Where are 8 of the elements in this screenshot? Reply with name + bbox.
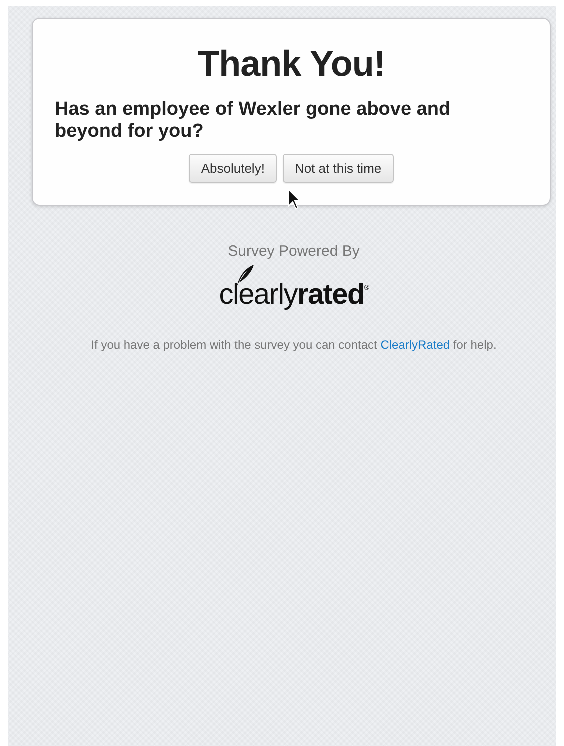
thank-you-heading: Thank You! (196, 43, 386, 85)
clearlyrated-logo: clearlyrated$^{®}$ (219, 279, 369, 312)
answer-button[interactable]: Absolutely! (189, 154, 277, 183)
help-text: If you have a problem with the survey you can contact ClearlyRated for help. (91, 338, 497, 352)
clearlyrated-link[interactable]: ClearlyRated (380, 338, 450, 352)
question-text: Has an employee of Wexler gone above and beyond for you? (55, 99, 452, 143)
answer-button[interactable]: Not at this time (282, 154, 394, 183)
powered-by-text: Survey Powered By (228, 243, 360, 260)
